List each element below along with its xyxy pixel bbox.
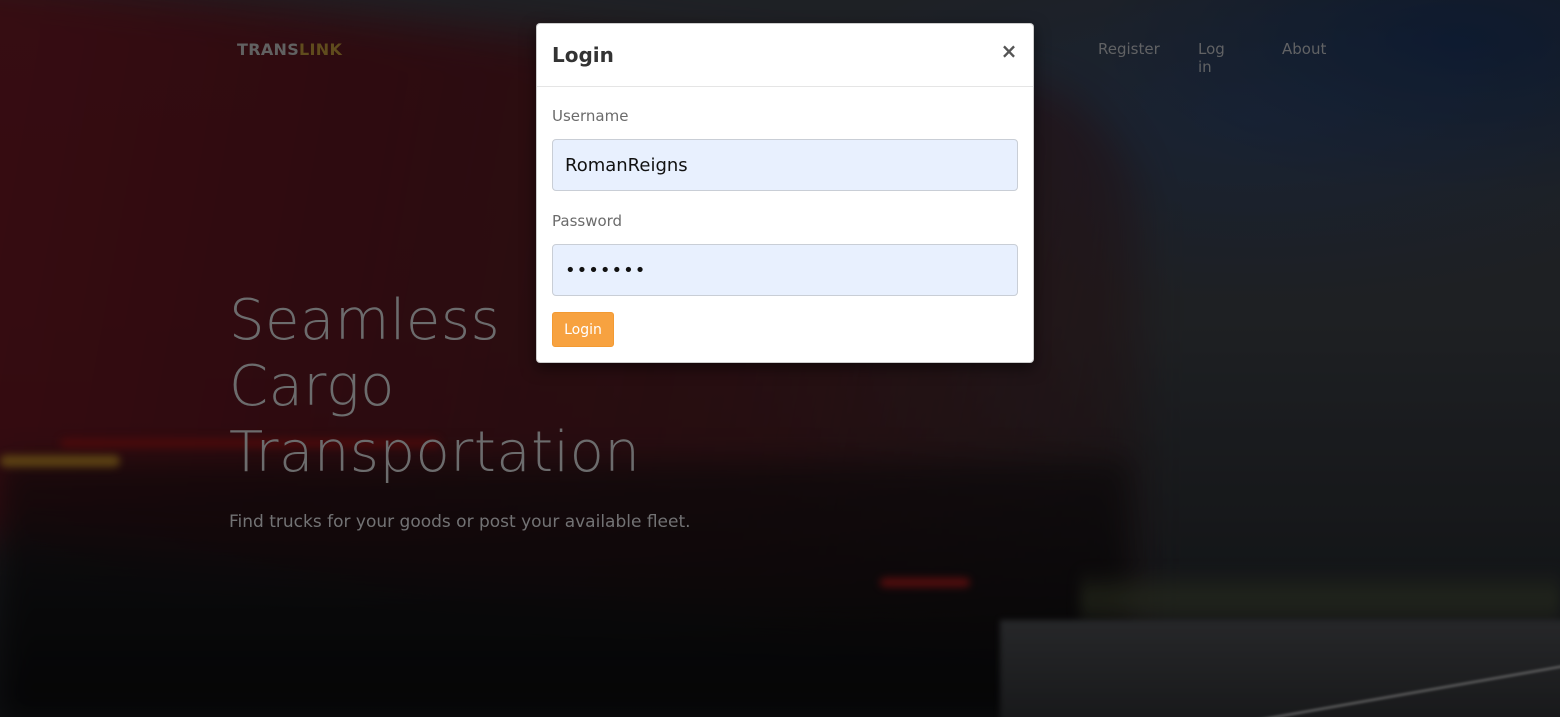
username-label: Username [552, 107, 629, 125]
login-modal: Login × Username Password Login [536, 23, 1034, 363]
modal-title: Login [552, 43, 614, 67]
modal-header: Login × [537, 24, 1033, 87]
login-submit-button[interactable]: Login [552, 312, 614, 347]
password-input[interactable] [552, 244, 1018, 296]
password-label: Password [552, 212, 623, 230]
username-input[interactable] [552, 139, 1018, 191]
close-icon[interactable]: × [999, 40, 1019, 62]
